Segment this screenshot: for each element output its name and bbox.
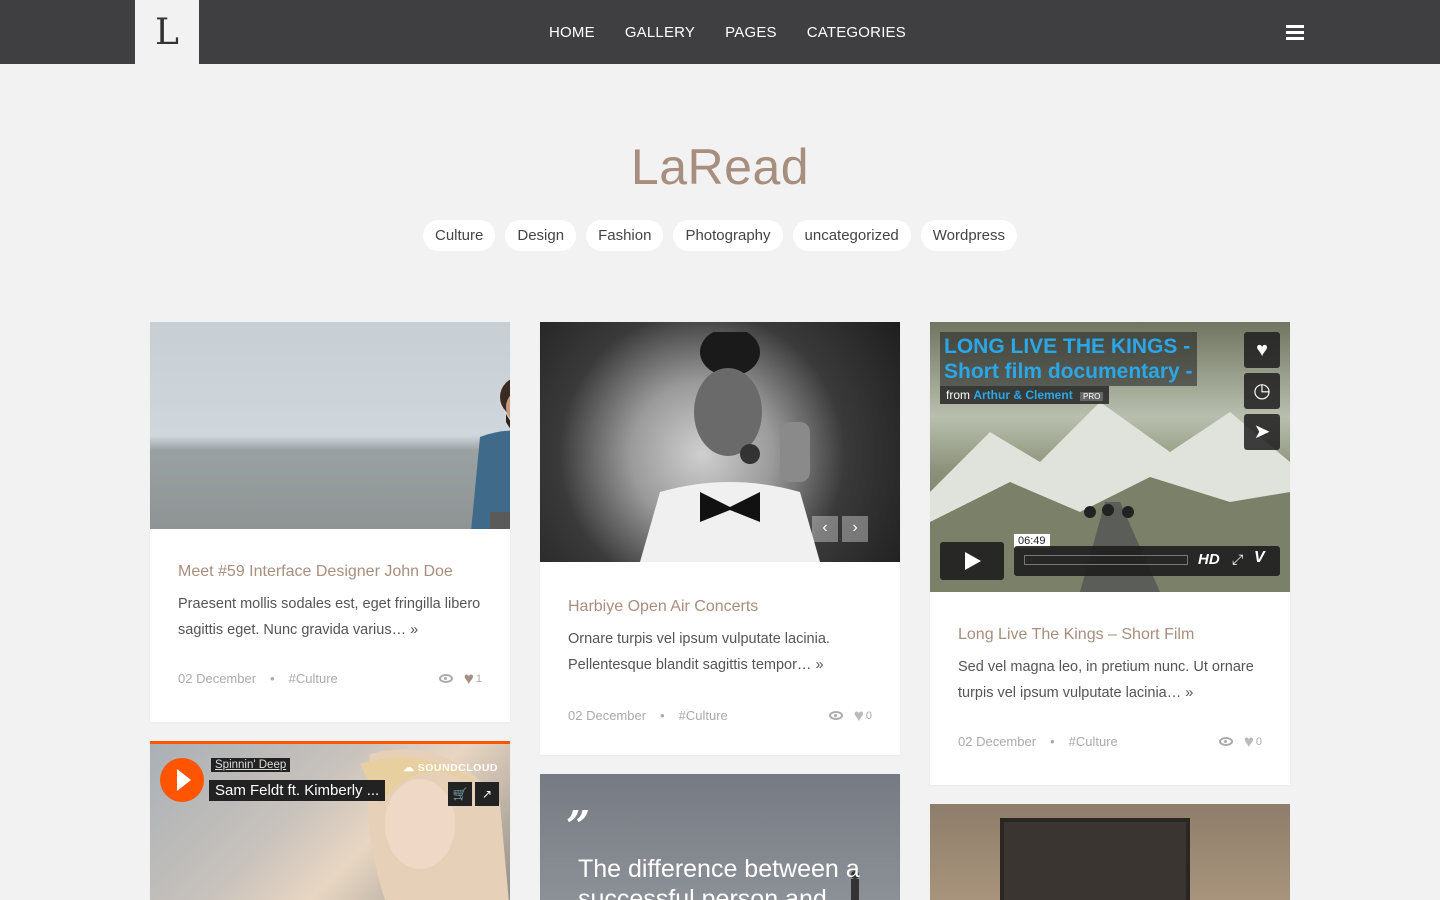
singer-illustration	[640, 332, 820, 562]
quote-card: ” The difference between a successful pe…	[540, 774, 900, 900]
post-card: Meet #59 Interface Designer John Doe Pra…	[150, 322, 510, 722]
eye-icon	[438, 674, 453, 683]
post-excerpt: Ornare turpis vel ipsum vulputate lacini…	[568, 631, 830, 673]
quote-block[interactable]: ” The difference between a successful pe…	[540, 774, 900, 900]
hd-toggle[interactable]: HD	[1198, 551, 1220, 568]
heart-icon[interactable]: ♥	[854, 707, 864, 724]
video-control-bar: HD ⤢ V	[1014, 546, 1280, 576]
post-meta: 02 December • #Culture ♥ 0	[568, 707, 872, 724]
like-count: 1	[475, 672, 482, 685]
fullscreen-icon[interactable]: ⤢	[1232, 551, 1243, 568]
post-card: LONG LIVE THE KINGS - Short film documen…	[930, 322, 1290, 785]
clock-icon[interactable]: ◷	[1244, 373, 1280, 409]
post-title[interactable]: Long Live The Kings – Short Film	[958, 626, 1262, 644]
post-category-tag[interactable]: #Culture	[1069, 734, 1118, 749]
soundcloud-play-button[interactable]	[160, 758, 204, 802]
heart-icon[interactable]: ♥	[1244, 733, 1254, 750]
top-navbar: L HOME GALLERY PAGES CATEGORIES	[0, 0, 1440, 64]
post-date: 02 December	[568, 708, 647, 723]
post-image-slider: ‹ ›	[540, 322, 900, 562]
post-meta: 02 December • #Culture ♥ 1	[178, 670, 482, 687]
post-excerpt: Praesent mollis sodales est, eget fringi…	[178, 596, 481, 638]
meta-separator: •	[1050, 734, 1055, 749]
post-card: ‹ › Harbiye Open Air Concerts Ornare tur…	[540, 322, 900, 755]
nav-home[interactable]: HOME	[549, 24, 595, 41]
slider-prev-button[interactable]: ‹	[812, 516, 838, 542]
meta-separator: •	[660, 708, 665, 723]
post-date: 02 December	[178, 671, 257, 686]
post-image[interactable]	[150, 322, 510, 529]
video-title[interactable]: LONG LIVE THE KINGS - Short film documen…	[940, 332, 1197, 386]
person-illustration	[471, 379, 510, 529]
soundcloud-track-title[interactable]: Sam Feldt ft. Kimberly ...	[209, 780, 386, 801]
category-design[interactable]: Design	[505, 220, 577, 251]
soundcloud-brand-text: SOUNDCLOUD	[417, 762, 498, 774]
heart-icon[interactable]: ♥	[1244, 332, 1280, 368]
video-controls: 06:49 HD ⤢ V	[940, 534, 1280, 580]
post-meta: 02 December • #Culture ♥ 0	[958, 733, 1262, 750]
category-culture[interactable]: Culture	[423, 220, 496, 251]
soundcloud-player: Spinnin' Deep Sam Feldt ft. Kimberly ...…	[150, 741, 510, 900]
site-logo[interactable]: L	[135, 0, 199, 64]
like-count: 0	[1255, 735, 1262, 748]
post-category-tag[interactable]: #Culture	[289, 671, 338, 686]
video-title-line1: LONG LIVE THE KINGS -	[944, 335, 1191, 358]
post-title[interactable]: Harbiye Open Air Concerts	[568, 598, 872, 616]
play-button[interactable]	[940, 542, 1004, 580]
post-category-tag[interactable]: #Culture	[679, 708, 728, 723]
post-excerpt: Sed vel magna leo, in pretium nunc. Ut o…	[958, 659, 1254, 701]
category-uncategorized[interactable]: uncategorized	[792, 220, 911, 251]
like-count: 0	[865, 709, 872, 722]
eye-icon	[828, 711, 843, 720]
video-title-line2: Short film documentary -	[944, 360, 1193, 383]
soundcloud-user-link[interactable]: Spinnin' Deep	[211, 758, 291, 772]
laptop-screen	[1000, 818, 1190, 900]
post-date: 02 December	[958, 734, 1037, 749]
cart-icon[interactable]: 🛒	[448, 782, 472, 806]
quote-mark-icon: ”	[566, 802, 591, 851]
share-icon[interactable]: ↗	[475, 782, 499, 806]
post-title[interactable]: Meet #59 Interface Designer John Doe	[178, 563, 482, 581]
category-list: Culture Design Fashion Photography uncat…	[0, 220, 1440, 251]
soundcloud-card: Spinnin' Deep Sam Feldt ft. Kimberly ...…	[150, 741, 510, 900]
video-from-label: from	[946, 388, 970, 402]
category-wordpress[interactable]: Wordpress	[920, 220, 1017, 251]
video-author-link[interactable]: Arthur & Clement	[973, 388, 1072, 402]
nav-pages[interactable]: PAGES	[725, 24, 777, 41]
send-icon[interactable]: ➤	[1244, 414, 1280, 450]
vimeo-logo-icon[interactable]: V	[1254, 549, 1265, 567]
eye-icon	[1218, 737, 1233, 746]
soundcloud-logo[interactable]: ☁ SOUNDCLOUD	[403, 762, 498, 774]
main-nav: HOME GALLERY PAGES CATEGORIES	[549, 0, 936, 64]
post-card	[930, 804, 1290, 900]
nav-gallery[interactable]: GALLERY	[625, 24, 695, 41]
pro-badge: PRO	[1080, 392, 1104, 401]
cloud-icon: ☁	[403, 762, 415, 774]
slider-next-button[interactable]: ›	[842, 516, 868, 542]
video-byline: from Arthur & Clement PRO	[940, 386, 1110, 404]
category-photography[interactable]: Photography	[673, 220, 783, 251]
video-progress-bar[interactable]	[1024, 555, 1188, 565]
site-title: LaRead	[630, 139, 810, 195]
heart-icon[interactable]: ♥	[464, 670, 474, 687]
video-player[interactable]: LONG LIVE THE KINGS - Short film documen…	[930, 322, 1290, 592]
quote-text: The difference between a successful pers…	[578, 855, 860, 900]
post-image[interactable]	[930, 804, 1290, 900]
meta-separator: •	[270, 671, 275, 686]
nav-categories[interactable]: CATEGORIES	[807, 24, 906, 41]
hamburger-menu-icon[interactable]	[1286, 25, 1304, 40]
category-fashion[interactable]: Fashion	[586, 220, 664, 251]
